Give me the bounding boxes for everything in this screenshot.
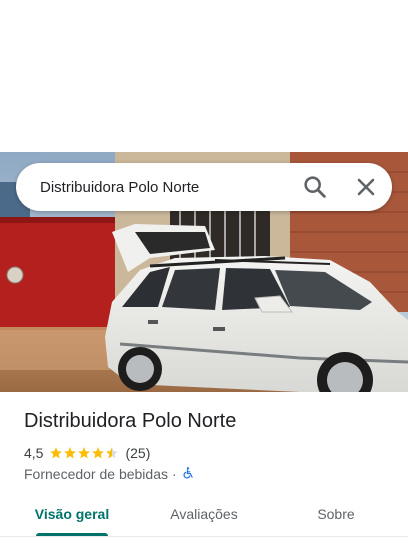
star-icon — [78, 447, 91, 459]
star-icon — [64, 447, 77, 459]
place-tabs: Visão geral Avaliações Sobre — [0, 496, 408, 540]
place-category: Fornecedor de bebidas — [24, 466, 168, 482]
tab-sobre[interactable]: Sobre — [284, 496, 388, 536]
review-count[interactable]: (25) — [125, 445, 150, 461]
close-icon[interactable] — [352, 173, 380, 201]
tab-visao-geral[interactable]: Visão geral — [20, 496, 124, 536]
separator-dot: · — [172, 466, 177, 482]
search-input[interactable] — [40, 177, 290, 197]
star-rating — [49, 446, 119, 460]
star-half-icon — [106, 447, 119, 459]
place-title: Distribuidora Polo Norte — [24, 410, 237, 432]
tab-avaliacoes[interactable]: Avaliações — [152, 496, 256, 536]
rating-value: 4,5 — [24, 445, 44, 461]
search-bar[interactable] — [16, 163, 392, 211]
star-icon — [92, 447, 105, 459]
wheelchair-icon[interactable] — [181, 466, 195, 483]
tabs-divider — [0, 536, 408, 537]
rating-row[interactable]: 4,5 (25) — [24, 444, 150, 462]
category-row: Fornecedor de bebidas · — [24, 465, 195, 483]
star-icon — [50, 447, 63, 459]
search-icon[interactable] — [301, 173, 329, 201]
